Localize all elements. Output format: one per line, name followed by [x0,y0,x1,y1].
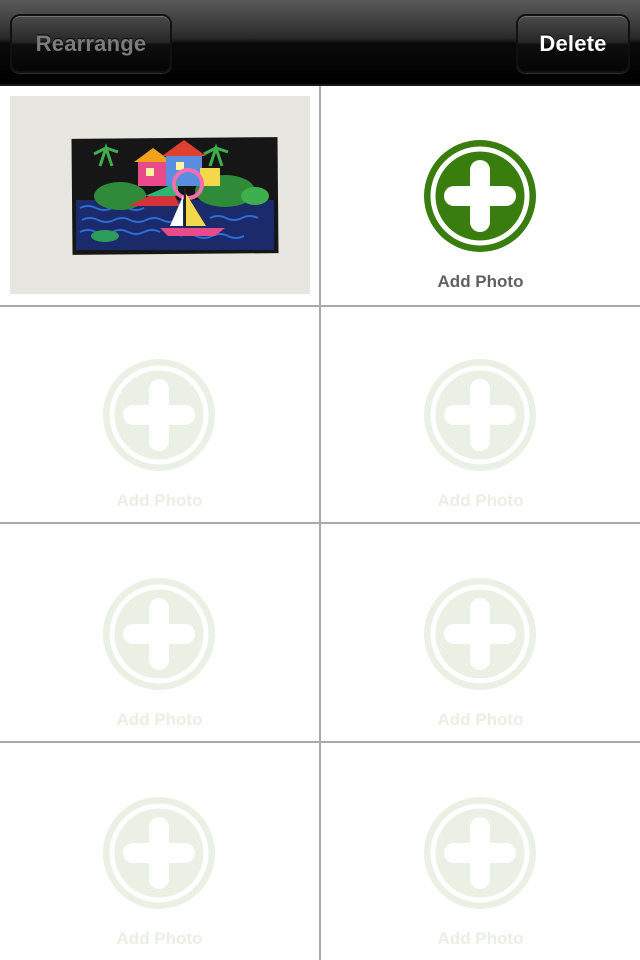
add-photo-slot[interactable]: Add Photo [321,305,640,522]
grid-divider-horizontal [0,741,640,743]
add-photo-slot[interactable]: Add Photo [0,305,319,522]
add-photo-slot[interactable]: Add Photo [321,743,640,960]
plus-circle-icon[interactable] [103,797,215,909]
add-photo-label: Add Photo [116,929,203,948]
grid-divider-horizontal [0,305,640,307]
delete-button[interactable]: Delete [516,14,630,73]
add-photo-slot[interactable]: Add Photo [0,524,319,741]
add-photo-label: Add Photo [437,929,524,948]
add-photo-slot[interactable]: Add Photo [321,524,640,741]
add-photo-label: Add Photo [437,272,524,291]
plus-circle-icon[interactable] [424,578,536,690]
grid-divider-horizontal [0,522,640,524]
add-photo-slot-active[interactable]: Add Photo [321,86,640,303]
plus-circle-icon[interactable] [103,359,215,471]
add-photo-label: Add Photo [116,710,203,729]
plus-circle-icon[interactable] [424,797,536,909]
rearrange-button[interactable]: Rearrange [10,14,172,73]
add-photo-slot[interactable]: Add Photo [0,743,319,960]
photo-thumbnail[interactable] [10,96,310,294]
photo-slot-1[interactable] [0,86,319,303]
add-photo-label: Add Photo [116,491,203,510]
plus-circle-icon[interactable] [424,359,536,471]
top-toolbar: Rearrange Delete [0,0,640,86]
plus-circle-icon[interactable] [103,578,215,690]
add-photo-label: Add Photo [437,710,524,729]
plus-circle-icon[interactable] [424,140,536,252]
add-photo-label: Add Photo [437,491,524,510]
painting-photo-image [10,96,310,294]
